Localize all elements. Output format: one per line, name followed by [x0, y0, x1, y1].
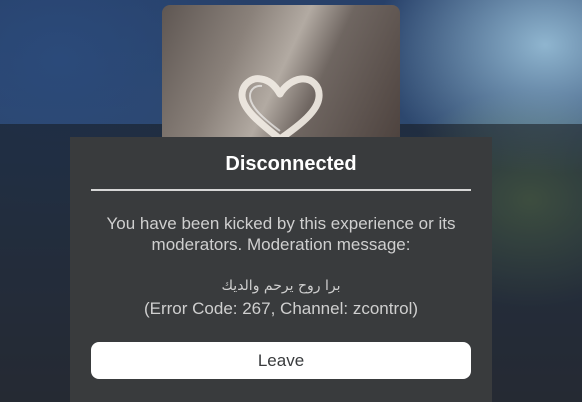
dialog-title: Disconnected	[225, 153, 357, 175]
leave-button[interactable]: Leave	[91, 342, 471, 379]
moderation-message: برا روح يرحم والديك	[221, 278, 341, 294]
title-divider	[91, 189, 471, 191]
error-code-text: (Error Code: 267, Channel: zcontrol)	[143, 299, 419, 318]
game-screen: Disconnected You have been kicked by thi…	[0, 0, 582, 402]
kick-message: You have been kicked by this experience …	[106, 214, 456, 254]
